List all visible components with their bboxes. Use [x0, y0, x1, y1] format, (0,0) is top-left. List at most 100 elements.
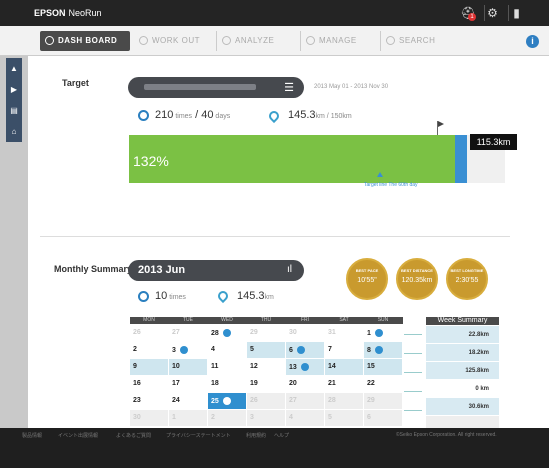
- footer-link[interactable]: 利用規約: [246, 432, 266, 439]
- calendar-day[interactable]: 7: [324, 340, 364, 359]
- calendar-day[interactable]: 31: [324, 323, 364, 342]
- footer-link[interactable]: イベント出展情報: [58, 432, 98, 439]
- tab-workout[interactable]: WORK OUT: [134, 31, 212, 51]
- day-header: TUE: [168, 317, 208, 324]
- calendar-header: MON TUE WED THU FRI SAT SUN: [129, 317, 403, 324]
- calendar-day[interactable]: 29: [246, 323, 286, 342]
- play-icon[interactable]: ▶: [6, 79, 22, 100]
- medal-best-pace: BEST PACE 10'55": [346, 258, 388, 300]
- calendar-day[interactable]: 28: [207, 323, 247, 342]
- calendar-week: 2345678: [129, 340, 403, 359]
- section-divider: [40, 236, 510, 237]
- day-header: SUN: [363, 317, 403, 324]
- calendar-day[interactable]: 8: [363, 340, 403, 359]
- calendar-day[interactable]: 13: [285, 357, 325, 376]
- tab-manage[interactable]: MANAGE: [300, 31, 376, 51]
- monthly-calendar: MON TUE WED THU FRI SAT SUN 26 27 28 29 30 31 1 2345…: [129, 317, 403, 427]
- calendar-day[interactable]: 14: [324, 357, 364, 376]
- month-selector[interactable]: 2013 Jun ıl: [128, 260, 304, 281]
- collapse-icon[interactable]: ▲: [6, 58, 22, 79]
- tab-dashboard[interactable]: DASH BOARD: [40, 31, 130, 51]
- calendar-day[interactable]: 29: [363, 391, 403, 410]
- notification-icon[interactable]: ⛑ 1: [460, 5, 476, 21]
- target-selector[interactable]: ☰: [128, 77, 304, 98]
- clock-icon: [138, 291, 149, 302]
- footer-link[interactable]: 製品情報: [22, 432, 42, 439]
- calendar-week: 23 24 25 26 27 28 29: [129, 391, 403, 410]
- calendar-day[interactable]: 2: [207, 408, 247, 427]
- calendar-day[interactable]: 23: [129, 391, 169, 410]
- target-times: 210 times / 40 days: [155, 109, 231, 121]
- calendar-day[interactable]: 5: [246, 340, 286, 359]
- target-progress-bar: 132%: [129, 135, 505, 183]
- footer-link[interactable]: よくあるご質問: [116, 432, 151, 439]
- shoe-icon[interactable]: ⌂: [6, 121, 22, 142]
- calendar-day[interactable]: 21: [324, 374, 364, 393]
- clock-icon: [138, 110, 149, 121]
- run-icon: [296, 345, 305, 354]
- calendar-day[interactable]: 19: [246, 374, 286, 393]
- calendar-day[interactable]: 3: [168, 340, 208, 359]
- calendar-day[interactable]: 9: [129, 357, 169, 376]
- logout-icon[interactable]: ▮: [508, 5, 524, 21]
- calendar-day[interactable]: 2: [129, 340, 169, 359]
- day-header: MON: [129, 317, 169, 324]
- calendar-day[interactable]: 6: [363, 408, 403, 427]
- calendar-day[interactable]: 30: [129, 408, 169, 427]
- footer-link[interactable]: ヘルプ: [274, 432, 289, 439]
- list-icon[interactable]: ☰: [284, 81, 294, 94]
- document-icon[interactable]: ▤: [6, 100, 22, 121]
- calendar-week: 9 10 11 12 13 14 15: [129, 357, 403, 376]
- footer: 製品情報 イベント出展情報 よくあるご質問 プライバシーステートメント 利用規約…: [0, 428, 549, 468]
- run-icon: [179, 345, 188, 354]
- week-total: 22.8km: [426, 325, 499, 343]
- calendar-day[interactable]: 28: [324, 391, 364, 410]
- run-icon: [222, 328, 231, 337]
- distance-tag: 115.3km: [470, 134, 517, 150]
- calendar-day[interactable]: 24: [168, 391, 208, 410]
- calendar-day-today[interactable]: 25: [207, 391, 247, 410]
- calendar-day[interactable]: 18: [207, 374, 247, 393]
- calendar-week: 26 27 28 29 30 31 1: [129, 323, 403, 342]
- monthly-summary-label: Monthly Summary: [54, 264, 133, 274]
- calendar-day[interactable]: 12: [246, 357, 286, 376]
- calendar-day[interactable]: 4: [207, 340, 247, 359]
- day-header: FRI: [285, 317, 325, 324]
- calendar-day[interactable]: 15: [363, 357, 403, 376]
- calendar-day[interactable]: 17: [168, 374, 208, 393]
- day-header: SAT: [324, 317, 364, 324]
- calendar-day[interactable]: 4: [285, 408, 325, 427]
- calendar-day[interactable]: 26: [129, 323, 169, 342]
- calendar-day[interactable]: 26: [246, 391, 286, 410]
- calendar-week: 30 1 2 3 4 5 6: [129, 408, 403, 427]
- chart-icon[interactable]: ıl: [287, 264, 292, 275]
- calendar-day[interactable]: 10: [168, 357, 208, 376]
- info-icon[interactable]: i: [526, 35, 539, 48]
- tab-search[interactable]: SEARCH: [380, 31, 456, 51]
- calendar-day[interactable]: 11: [207, 357, 247, 376]
- calendar-day[interactable]: 1: [363, 323, 403, 342]
- week-connector: [404, 391, 422, 392]
- target-name: [144, 84, 256, 90]
- calendar-day[interactable]: 3: [246, 408, 286, 427]
- calendar-day[interactable]: 16: [129, 374, 169, 393]
- day-header: THU: [246, 317, 286, 324]
- medal-best-distance: BEST DISTANCE 120.35km: [396, 258, 438, 300]
- notification-badge: 1: [468, 13, 476, 21]
- calendar-day[interactable]: 20: [285, 374, 325, 393]
- tab-analyze[interactable]: ANALYZE: [216, 31, 296, 51]
- calendar-day[interactable]: 5: [324, 408, 364, 427]
- target-line-marker: [377, 172, 383, 177]
- progress-fill: [129, 135, 467, 183]
- calendar-day[interactable]: 22: [363, 374, 403, 393]
- gear-icon[interactable]: ⚙: [484, 5, 500, 21]
- calendar-day[interactable]: 27: [168, 323, 208, 342]
- calendar-day[interactable]: 27: [285, 391, 325, 410]
- calendar-day[interactable]: 6: [285, 340, 325, 359]
- month-label: 2013 Jun: [138, 264, 186, 276]
- calendar-day[interactable]: 1: [168, 408, 208, 427]
- target-label: Target: [62, 78, 89, 88]
- calendar-day[interactable]: 30: [285, 323, 325, 342]
- monthly-times: 10 times: [155, 290, 186, 302]
- footer-link[interactable]: プライバシーステートメント: [166, 432, 231, 439]
